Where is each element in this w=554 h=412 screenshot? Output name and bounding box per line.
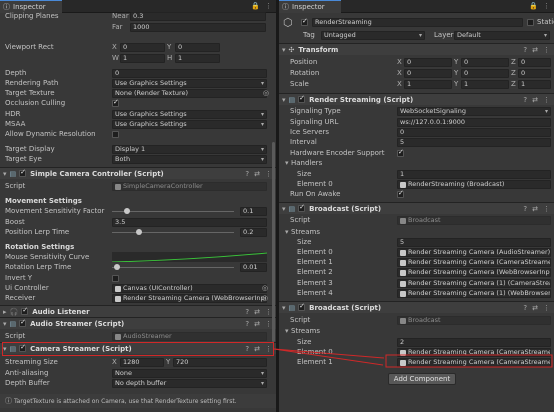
highlight-box-element-1 xyxy=(385,354,553,368)
annotation-overlay xyxy=(273,348,553,368)
add-component-button[interactable]: Add Component xyxy=(388,373,456,385)
